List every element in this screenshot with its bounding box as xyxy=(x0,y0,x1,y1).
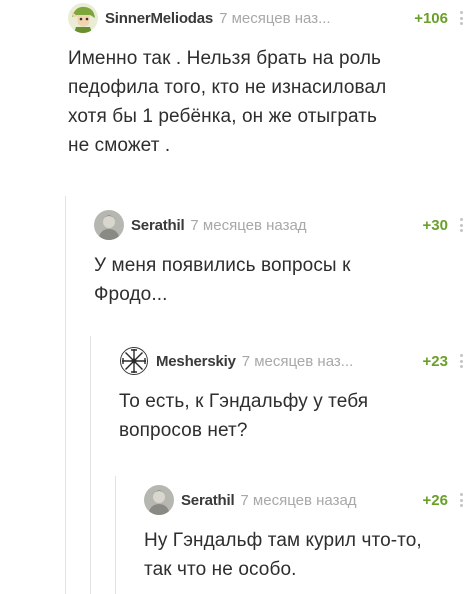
thread-line-level-1[interactable] xyxy=(65,196,66,594)
comment-author[interactable]: Serathil xyxy=(131,217,185,234)
thread-line-level-3[interactable] xyxy=(115,476,116,594)
more-options-icon[interactable] xyxy=(456,9,466,27)
comment-time[interactable]: 7 месяцев назад xyxy=(240,492,356,509)
comment-header: SinnerMeliodas 7 месяцев наз... +106 xyxy=(68,2,466,34)
comment-text-line: Ну Гэндальф там курил что-то, xyxy=(144,530,422,551)
portrait-avatar-icon[interactable] xyxy=(144,485,174,515)
comment-text-line: так что не особо. xyxy=(144,559,297,580)
comment-rating: +23 xyxy=(422,352,448,370)
comment-author[interactable]: Mesherskiy xyxy=(156,353,236,370)
comment-header: Serathil 7 месяцев назад +30 xyxy=(94,209,466,241)
comment-text: Ну Гэндальф там курил что-то, так что не… xyxy=(144,526,466,584)
comment-text: То есть, к Гэндальфу у тебя вопросов нет… xyxy=(119,387,466,445)
comment-time[interactable]: 7 месяцев наз... xyxy=(219,10,331,27)
comment-text-line: вопросов нет? xyxy=(119,420,248,441)
comment: Serathil 7 месяцев назад +30 У меня появ… xyxy=(94,209,466,309)
comment: Mesherskiy 7 месяцев наз... +23 То есть,… xyxy=(119,345,466,445)
comment-rating: +26 xyxy=(422,491,448,509)
comment-time[interactable]: 7 месяцев назад xyxy=(190,217,306,234)
comment-rating: +30 xyxy=(422,216,448,234)
comment-text: У меня появились вопросы к Фродо... xyxy=(94,251,466,309)
portrait-avatar-icon[interactable] xyxy=(94,210,124,240)
comment-header: Serathil 7 месяцев назад +26 xyxy=(144,484,466,516)
comment-header: Mesherskiy 7 месяцев наз... +23 xyxy=(119,345,466,377)
comment-text: Именно так . Нельзя брать на роль педофи… xyxy=(68,44,466,160)
comment-rating: +106 xyxy=(414,9,448,27)
comment: Serathil 7 месяцев назад +26 Ну Гэндальф… xyxy=(144,484,466,584)
comment-author[interactable]: Serathil xyxy=(181,492,235,509)
comment-text-line: У меня появились вопросы к xyxy=(94,255,351,276)
vegvisir-symbol-avatar-icon[interactable] xyxy=(119,346,149,376)
comment-text-line: не сможет . xyxy=(68,135,171,156)
comment-text-line: Именно так . Нельзя брать на роль xyxy=(68,48,382,69)
more-options-icon[interactable] xyxy=(456,491,466,509)
more-options-icon[interactable] xyxy=(456,352,466,370)
comment-text-line: педофила того, кто не изнасиловал xyxy=(68,77,387,98)
comment-text-line: Фродо... xyxy=(94,284,168,305)
more-options-icon[interactable] xyxy=(456,216,466,234)
comment: SinnerMeliodas 7 месяцев наз... +106 Име… xyxy=(68,2,466,160)
comment-text-line: То есть, к Гэндальфу у тебя xyxy=(119,391,369,412)
comment-text-line: хотя бы 1 ребёнка, он же отыграть xyxy=(68,106,378,127)
comment-time[interactable]: 7 месяцев наз... xyxy=(242,353,354,370)
thread-line-level-2[interactable] xyxy=(90,336,91,594)
cartoon-character-avatar-icon[interactable] xyxy=(68,3,98,33)
comment-author[interactable]: SinnerMeliodas xyxy=(105,10,213,27)
